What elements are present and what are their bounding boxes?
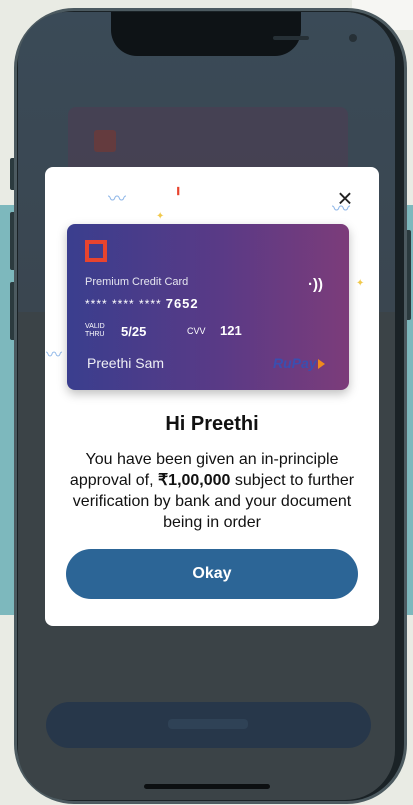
- valid-label-line1: VALID: [85, 323, 105, 330]
- okay-button[interactable]: Okay: [66, 549, 358, 599]
- confetti-star: ✦: [156, 211, 165, 222]
- bank-logo-icon: [85, 240, 107, 262]
- cvv-value: 121: [220, 323, 242, 338]
- modal-title: Hi Preethi: [165, 413, 259, 435]
- rupay-logo: RuPay: [273, 355, 325, 371]
- card-holder-name: Preethi Sam: [87, 355, 165, 371]
- background-button-label: [168, 719, 248, 729]
- valid-thru-label: VALID THRU: [85, 323, 105, 339]
- credit-card: Premium Credit Card **** **** **** 7652 ·…: [67, 224, 349, 390]
- approval-amount: ₹1,00,000: [157, 472, 231, 489]
- front-camera: [349, 34, 357, 42]
- confetti-squiggle: 〰: [108, 189, 126, 209]
- confetti-squiggle: 〰: [46, 347, 63, 364]
- valid-thru-value: 5/25: [121, 324, 147, 339]
- card-type: Premium Credit Card: [85, 276, 189, 288]
- rupay-mark-icon: [317, 359, 325, 370]
- confetti-star: ✦: [356, 278, 365, 289]
- confetti-dot: ╹: [174, 187, 183, 203]
- card-number-masked: **** **** ****: [85, 297, 162, 311]
- close-icon[interactable]: ×: [334, 185, 356, 211]
- cvv-label: CVV: [187, 326, 206, 336]
- valid-label-line2: THRU: [85, 331, 105, 338]
- card-number: **** **** **** 7652: [85, 296, 199, 311]
- modal-message: You have been given an in-principle appr…: [55, 449, 369, 533]
- phone-notch: [111, 12, 357, 56]
- contactless-icon: ·)): [308, 276, 323, 293]
- background-card-logo: [94, 130, 116, 152]
- speaker-grille: [273, 36, 309, 40]
- card-number-last: 7652: [165, 296, 199, 311]
- rupay-label: RuPay: [273, 355, 317, 371]
- home-indicator[interactable]: [144, 784, 270, 789]
